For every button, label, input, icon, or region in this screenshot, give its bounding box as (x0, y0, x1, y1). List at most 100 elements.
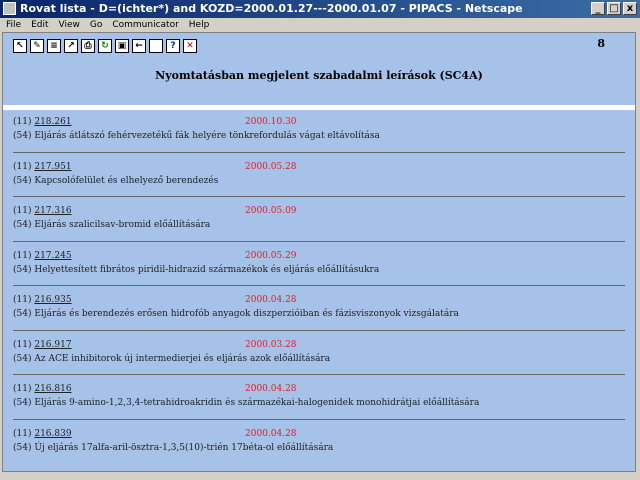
blank-icon[interactable] (149, 39, 163, 53)
record-separator (13, 329, 625, 331)
record-date: 2000.04.28 (245, 428, 297, 439)
record-number-line: (11) 216.917 (13, 340, 72, 350)
record-separator (13, 151, 625, 153)
record-code-label: (54) (13, 131, 32, 141)
record-description: Eljárás és berendezés erősen hidrofób an… (34, 309, 459, 319)
menu-communicator[interactable]: Communicator (112, 18, 178, 32)
record-item: (11) 216.917 2000.03.28 (54) Az ACE inhibi… (3, 337, 635, 382)
record-item: (11) 216.935 2000.04.28 (54) Eljárás és be… (3, 292, 635, 337)
toolbar: ↖ ✎ ≡ ↗ ⎙ ↻ ▣ ←? ✕ (13, 39, 197, 53)
record-description: Kapcsolófelület és elhelyező berendezés (34, 175, 219, 186)
record-number-line: (11) 217.951 (13, 162, 72, 172)
record-number-line: (11) 217.245 (13, 251, 72, 261)
menu-go[interactable]: Go (90, 18, 102, 32)
record-date: 2000.04.28 (245, 295, 297, 305)
lock-icon-glyph: ▣ (117, 41, 127, 51)
record-link[interactable]: 217.951 (34, 162, 71, 172)
menu-file[interactable]: File (6, 18, 21, 32)
refresh-icon[interactable]: ↻ (98, 39, 112, 53)
page-number: 8 (597, 37, 605, 50)
record-description: Helyettesített fibrátos piridil-hidrazid… (34, 264, 380, 275)
maximize-button[interactable]: □ (607, 2, 621, 15)
record-desc-line: (54) Eljárás 9-amino-1,2,3,4-tetrahidroa… (13, 398, 479, 408)
record-description: Az ACE inhibitorok új intermedierjei és … (34, 353, 331, 364)
netscape-icon (3, 2, 16, 15)
record-date: 2000.05.29 (245, 250, 297, 261)
menu-view[interactable]: View (59, 18, 80, 32)
record-code-label: (54) (13, 353, 32, 364)
record-link[interactable]: 216.935 (34, 295, 71, 305)
close-icon-glyph: ✕ (186, 41, 194, 51)
record-separator (13, 374, 625, 375)
print-icon-glyph: ⎙ (84, 41, 92, 51)
record-item: (11) 217.245 2000.05.29 (54) Helyettesítet… (3, 248, 635, 293)
record-date: 2000.03.28 (245, 339, 297, 350)
record-description: Új eljárás 17alfa-aril-ösztra-1,3,5(10)-… (34, 442, 334, 453)
edit-icon-glyph: ✎ (33, 41, 41, 51)
record-desc-line: (54) Új eljárás 17alfa-aril-ösztra-1,3,5… (13, 443, 333, 453)
record-desc-line: (54) Eljárás szalicilsav-bromid előállít… (13, 220, 210, 230)
record-link[interactable]: 217.245 (34, 251, 71, 261)
close-window-button[interactable]: x (623, 2, 637, 15)
record-num-label: (11) (13, 428, 32, 439)
record-separator (13, 196, 625, 197)
record-desc-line: (54) Helyettesített fibrátos piridil-hid… (13, 265, 379, 275)
menu-edit[interactable]: Edit (31, 18, 48, 32)
record-number-line: (11) 216.816 (13, 384, 72, 394)
record-description: Eljárás átlátszó fehérvezetékű fák helyé… (34, 131, 380, 141)
record-description: Eljárás szalicilsav-bromid előállítására (34, 220, 211, 230)
record-desc-line: (54) Kapcsolófelület és elhelyező berend… (13, 176, 218, 186)
form-icon-glyph: ≡ (50, 41, 58, 51)
record-item: (11) 216.839 2000.04.28 (54) Új eljárás 17… (3, 426, 635, 471)
close-icon[interactable]: ✕ (183, 39, 197, 53)
form-icon[interactable]: ≡ (47, 39, 61, 53)
record-separator (13, 240, 625, 242)
help-icon-glyph: ? (170, 41, 176, 51)
help-icon[interactable]: ? (166, 39, 180, 53)
record-link[interactable]: 217.316 (34, 206, 71, 216)
arrow-icon-glyph: ← (135, 41, 143, 51)
record-num-label: (11) (13, 250, 32, 261)
menu-help[interactable]: Help (189, 18, 210, 32)
minimize-button[interactable]: _ (591, 2, 605, 15)
record-number-line: (11) 216.839 (13, 429, 72, 439)
record-desc-line: (54) Eljárás és berendezés erősen hidrof… (13, 309, 459, 319)
record-code-label: (54) (13, 309, 32, 319)
record-description: Eljárás 9-amino-1,2,3,4-tetrahidroakridi… (34, 398, 480, 408)
record-num-label: (11) (13, 117, 32, 127)
record-code-label: (54) (13, 398, 32, 408)
record-code-label: (54) (13, 220, 32, 230)
pointer-icon-glyph: ↖ (16, 41, 24, 51)
record-separator (13, 285, 625, 286)
chart-icon[interactable]: ↗ (64, 39, 78, 53)
blank-icon-glyph (150, 40, 162, 52)
title-bar: Rovat lista - D=(ichter*) and KOZD=2000.… (0, 0, 640, 18)
record-date: 2000.10.30 (245, 117, 297, 127)
record-number-line: (11) 217.316 (13, 206, 72, 216)
record-desc-line: (54) Eljárás átlátszó fehérvezetékű fák … (13, 131, 380, 141)
pointer-icon[interactable]: ↖ (13, 39, 27, 53)
page-content: ↖ ✎ ≡ ↗ ⎙ ↻ ▣ ←? ✕ 8 Nyomtatásban megjelent szab… (2, 32, 636, 472)
print-icon[interactable]: ⎙ (81, 39, 95, 53)
window-buttons: _ □ x (591, 2, 637, 15)
menu-bar: File Edit View Go Communicator Help (0, 18, 640, 32)
record-num-label: (11) (13, 161, 32, 172)
record-item: (11) 217.316 2000.05.09 (54) Eljárás szali… (3, 203, 635, 248)
record-link[interactable]: 216.816 (34, 384, 71, 394)
record-list: (11) 218.261 2000.10.30 (54) Eljárás átlát… (3, 114, 635, 470)
record-link[interactable]: 216.839 (34, 429, 71, 439)
record-link[interactable]: 216.917 (34, 340, 71, 350)
edit-icon[interactable]: ✎ (30, 39, 44, 53)
record-desc-line: (54) Az ACE inhibitorok új intermedierje… (13, 354, 330, 364)
arrow-icon[interactable]: ← (132, 39, 146, 53)
record-num-label: (11) (13, 206, 32, 216)
record-number-line: (11) 218.261 (13, 117, 72, 127)
record-date: 2000.04.28 (245, 384, 297, 394)
record-separator (13, 418, 625, 420)
record-number-line: (11) 216.935 (13, 295, 72, 305)
record-item: (11) 216.816 2000.04.28 (54) Eljárás 9-ami… (3, 381, 635, 426)
record-code-label: (54) (13, 442, 32, 453)
lock-icon[interactable]: ▣ (115, 39, 129, 53)
record-num-label: (11) (13, 384, 32, 394)
record-link[interactable]: 218.261 (34, 117, 71, 127)
